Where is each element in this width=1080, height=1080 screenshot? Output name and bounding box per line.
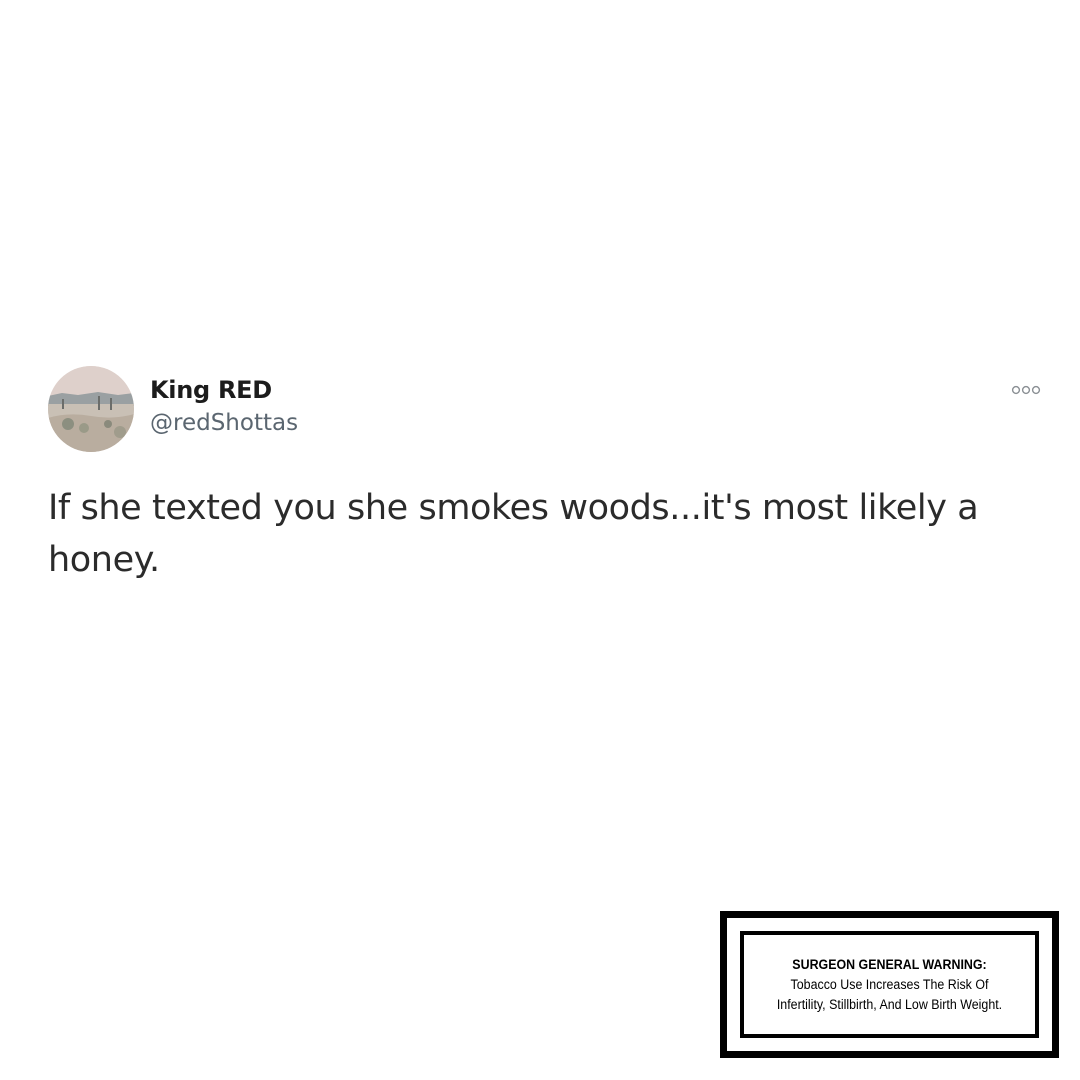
warning-heading: SURGEON GENERAL WARNING: — [792, 956, 987, 972]
warning-text: SURGEON GENERAL WARNING: Tobacco Use Inc… — [769, 955, 1011, 1015]
more-options-icon[interactable] — [1010, 382, 1044, 396]
warning-body: Tobacco Use Increases The Risk Of Infert… — [776, 976, 1003, 1012]
tweet-card: King RED @redShottas If she texted you s… — [48, 366, 1048, 606]
tweet-text: If she texted you she smokes woods...it'… — [48, 488, 979, 580]
surgeon-general-warning: SURGEON GENERAL WARNING: Tobacco Use Inc… — [720, 911, 1059, 1058]
avatar[interactable] — [48, 366, 134, 452]
warning-inner-border: SURGEON GENERAL WARNING: Tobacco Use Inc… — [740, 931, 1039, 1038]
avatar-image — [48, 366, 134, 452]
user-name[interactable]: King RED — [150, 376, 272, 404]
user-handle[interactable]: @redShottas — [150, 410, 298, 436]
